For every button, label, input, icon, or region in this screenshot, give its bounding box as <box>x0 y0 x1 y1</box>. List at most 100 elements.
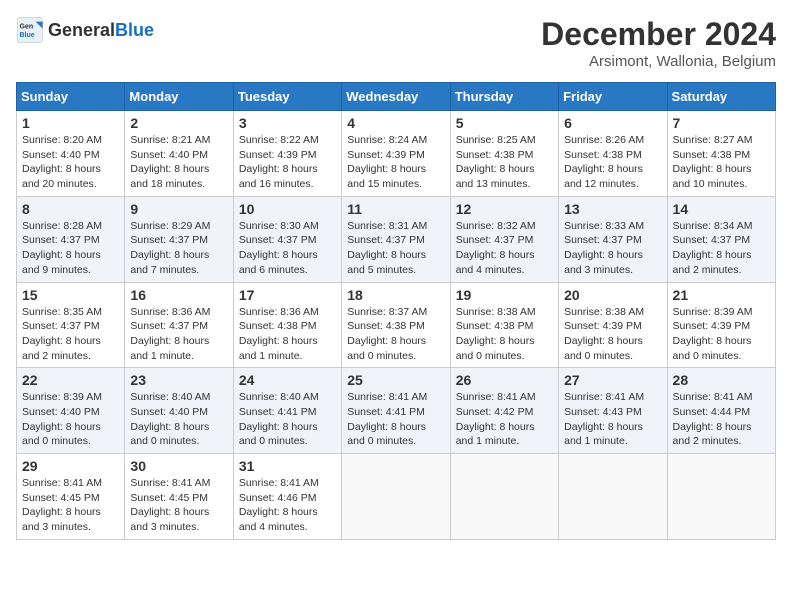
day-info: Sunrise: 8:22 AM Sunset: 4:39 PM Dayligh… <box>239 133 336 192</box>
calendar-cell: 22 Sunrise: 8:39 AM Sunset: 4:40 PM Dayl… <box>17 368 125 454</box>
calendar-cell: 14 Sunrise: 8:34 AM Sunset: 4:37 PM Dayl… <box>667 196 775 282</box>
calendar-cell: 6 Sunrise: 8:26 AM Sunset: 4:38 PM Dayli… <box>559 111 667 197</box>
day-info: Sunrise: 8:29 AM Sunset: 4:37 PM Dayligh… <box>130 219 227 278</box>
logo-text: GeneralBlue <box>48 20 154 41</box>
day-info: Sunrise: 8:26 AM Sunset: 4:38 PM Dayligh… <box>564 133 661 192</box>
calendar-cell: 24 Sunrise: 8:40 AM Sunset: 4:41 PM Dayl… <box>233 368 341 454</box>
calendar-cell <box>342 454 450 540</box>
calendar-cell: 9 Sunrise: 8:29 AM Sunset: 4:37 PM Dayli… <box>125 196 233 282</box>
day-number: 30 <box>130 458 227 474</box>
calendar-cell: 25 Sunrise: 8:41 AM Sunset: 4:41 PM Dayl… <box>342 368 450 454</box>
calendar-week-row: 15 Sunrise: 8:35 AM Sunset: 4:37 PM Dayl… <box>17 282 776 368</box>
day-info: Sunrise: 8:24 AM Sunset: 4:39 PM Dayligh… <box>347 133 444 192</box>
location-subtitle: Arsimont, Wallonia, Belgium <box>541 53 776 70</box>
day-number: 2 <box>130 115 227 131</box>
calendar-cell: 4 Sunrise: 8:24 AM Sunset: 4:39 PM Dayli… <box>342 111 450 197</box>
day-info: Sunrise: 8:39 AM Sunset: 4:40 PM Dayligh… <box>22 390 119 449</box>
day-number: 15 <box>22 287 119 303</box>
day-info: Sunrise: 8:32 AM Sunset: 4:37 PM Dayligh… <box>456 219 553 278</box>
day-number: 6 <box>564 115 661 131</box>
day-header-tuesday: Tuesday <box>233 83 341 111</box>
day-header-friday: Friday <box>559 83 667 111</box>
day-number: 5 <box>456 115 553 131</box>
svg-text:Blue: Blue <box>20 32 35 39</box>
calendar-cell: 27 Sunrise: 8:41 AM Sunset: 4:43 PM Dayl… <box>559 368 667 454</box>
calendar-week-row: 22 Sunrise: 8:39 AM Sunset: 4:40 PM Dayl… <box>17 368 776 454</box>
day-info: Sunrise: 8:41 AM Sunset: 4:42 PM Dayligh… <box>456 390 553 449</box>
calendar-week-row: 29 Sunrise: 8:41 AM Sunset: 4:45 PM Dayl… <box>17 454 776 540</box>
logo-blue: Blue <box>115 20 154 40</box>
day-number: 7 <box>673 115 770 131</box>
day-header-saturday: Saturday <box>667 83 775 111</box>
day-number: 10 <box>239 201 336 217</box>
day-header-sunday: Sunday <box>17 83 125 111</box>
day-number: 28 <box>673 372 770 388</box>
day-info: Sunrise: 8:34 AM Sunset: 4:37 PM Dayligh… <box>673 219 770 278</box>
calendar-cell: 17 Sunrise: 8:36 AM Sunset: 4:38 PM Dayl… <box>233 282 341 368</box>
day-info: Sunrise: 8:21 AM Sunset: 4:40 PM Dayligh… <box>130 133 227 192</box>
day-info: Sunrise: 8:39 AM Sunset: 4:39 PM Dayligh… <box>673 305 770 364</box>
calendar-week-row: 8 Sunrise: 8:28 AM Sunset: 4:37 PM Dayli… <box>17 196 776 282</box>
day-info: Sunrise: 8:41 AM Sunset: 4:43 PM Dayligh… <box>564 390 661 449</box>
day-header-monday: Monday <box>125 83 233 111</box>
logo: Gen Blue GeneralBlue <box>16 16 154 44</box>
calendar-week-row: 1 Sunrise: 8:20 AM Sunset: 4:40 PM Dayli… <box>17 111 776 197</box>
logo-icon: Gen Blue <box>16 16 44 44</box>
calendar-cell: 3 Sunrise: 8:22 AM Sunset: 4:39 PM Dayli… <box>233 111 341 197</box>
day-number: 26 <box>456 372 553 388</box>
day-number: 27 <box>564 372 661 388</box>
calendar-cell: 31 Sunrise: 8:41 AM Sunset: 4:46 PM Dayl… <box>233 454 341 540</box>
day-info: Sunrise: 8:38 AM Sunset: 4:39 PM Dayligh… <box>564 305 661 364</box>
calendar-cell <box>667 454 775 540</box>
calendar-cell: 12 Sunrise: 8:32 AM Sunset: 4:37 PM Dayl… <box>450 196 558 282</box>
day-number: 11 <box>347 201 444 217</box>
day-number: 13 <box>564 201 661 217</box>
day-info: Sunrise: 8:36 AM Sunset: 4:38 PM Dayligh… <box>239 305 336 364</box>
calendar-cell: 23 Sunrise: 8:40 AM Sunset: 4:40 PM Dayl… <box>125 368 233 454</box>
calendar-cell: 10 Sunrise: 8:30 AM Sunset: 4:37 PM Dayl… <box>233 196 341 282</box>
day-number: 8 <box>22 201 119 217</box>
day-number: 3 <box>239 115 336 131</box>
calendar-cell: 30 Sunrise: 8:41 AM Sunset: 4:45 PM Dayl… <box>125 454 233 540</box>
day-info: Sunrise: 8:41 AM Sunset: 4:44 PM Dayligh… <box>673 390 770 449</box>
svg-text:Gen: Gen <box>20 24 34 31</box>
calendar-cell: 15 Sunrise: 8:35 AM Sunset: 4:37 PM Dayl… <box>17 282 125 368</box>
day-number: 29 <box>22 458 119 474</box>
calendar-cell: 26 Sunrise: 8:41 AM Sunset: 4:42 PM Dayl… <box>450 368 558 454</box>
day-info: Sunrise: 8:33 AM Sunset: 4:37 PM Dayligh… <box>564 219 661 278</box>
day-info: Sunrise: 8:40 AM Sunset: 4:40 PM Dayligh… <box>130 390 227 449</box>
day-info: Sunrise: 8:27 AM Sunset: 4:38 PM Dayligh… <box>673 133 770 192</box>
calendar-cell <box>450 454 558 540</box>
day-info: Sunrise: 8:40 AM Sunset: 4:41 PM Dayligh… <box>239 390 336 449</box>
calendar-cell: 1 Sunrise: 8:20 AM Sunset: 4:40 PM Dayli… <box>17 111 125 197</box>
day-header-wednesday: Wednesday <box>342 83 450 111</box>
day-number: 1 <box>22 115 119 131</box>
day-header-thursday: Thursday <box>450 83 558 111</box>
calendar-cell: 21 Sunrise: 8:39 AM Sunset: 4:39 PM Dayl… <box>667 282 775 368</box>
calendar-table: SundayMondayTuesdayWednesdayThursdayFrid… <box>16 82 776 540</box>
day-number: 23 <box>130 372 227 388</box>
day-info: Sunrise: 8:30 AM Sunset: 4:37 PM Dayligh… <box>239 219 336 278</box>
day-info: Sunrise: 8:41 AM Sunset: 4:41 PM Dayligh… <box>347 390 444 449</box>
calendar-cell: 2 Sunrise: 8:21 AM Sunset: 4:40 PM Dayli… <box>125 111 233 197</box>
day-number: 16 <box>130 287 227 303</box>
day-info: Sunrise: 8:20 AM Sunset: 4:40 PM Dayligh… <box>22 133 119 192</box>
calendar-cell: 18 Sunrise: 8:37 AM Sunset: 4:38 PM Dayl… <box>342 282 450 368</box>
month-title: December 2024 <box>541 16 776 53</box>
day-number: 9 <box>130 201 227 217</box>
day-number: 4 <box>347 115 444 131</box>
calendar-cell: 29 Sunrise: 8:41 AM Sunset: 4:45 PM Dayl… <box>17 454 125 540</box>
calendar-cell: 13 Sunrise: 8:33 AM Sunset: 4:37 PM Dayl… <box>559 196 667 282</box>
logo-general: General <box>48 20 115 40</box>
calendar-cell: 28 Sunrise: 8:41 AM Sunset: 4:44 PM Dayl… <box>667 368 775 454</box>
day-info: Sunrise: 8:38 AM Sunset: 4:38 PM Dayligh… <box>456 305 553 364</box>
calendar-cell <box>559 454 667 540</box>
day-number: 20 <box>564 287 661 303</box>
day-number: 12 <box>456 201 553 217</box>
day-info: Sunrise: 8:28 AM Sunset: 4:37 PM Dayligh… <box>22 219 119 278</box>
day-info: Sunrise: 8:41 AM Sunset: 4:45 PM Dayligh… <box>22 476 119 535</box>
day-number: 25 <box>347 372 444 388</box>
day-info: Sunrise: 8:37 AM Sunset: 4:38 PM Dayligh… <box>347 305 444 364</box>
calendar-cell: 7 Sunrise: 8:27 AM Sunset: 4:38 PM Dayli… <box>667 111 775 197</box>
calendar-cell: 5 Sunrise: 8:25 AM Sunset: 4:38 PM Dayli… <box>450 111 558 197</box>
